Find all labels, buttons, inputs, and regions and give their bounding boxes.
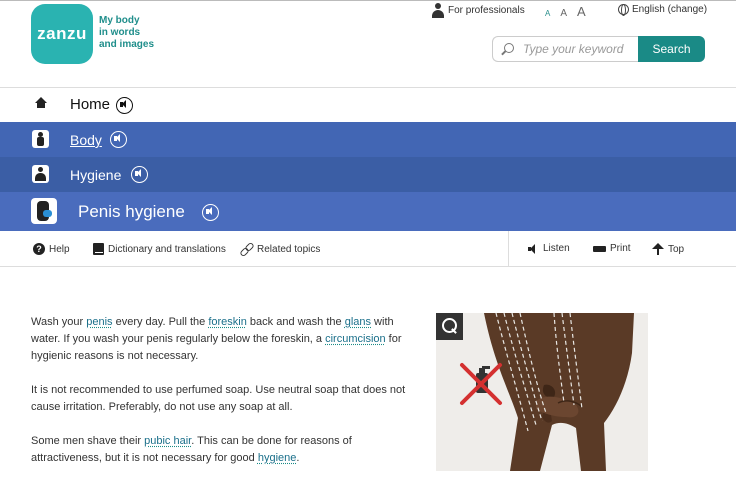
page-toolbar: ? Help Dictionary and translations Relat…: [0, 231, 736, 267]
language-selector[interactable]: English (change): [618, 4, 708, 16]
dictionary-label: Dictionary and translations: [108, 243, 226, 255]
search-input[interactable]: [523, 42, 633, 56]
keyword-link[interactable]: pubic hair: [144, 435, 191, 447]
search-button[interactable]: Search: [638, 36, 705, 62]
nav-hygiene-bar[interactable]: Hygiene: [0, 157, 736, 192]
listen-button[interactable]: Listen: [528, 243, 570, 254]
related-topics-label: Related topics: [257, 243, 321, 255]
top-label: Top: [668, 243, 685, 255]
top-button[interactable]: Top: [652, 243, 684, 255]
paragraph: It is not recommended to use perfumed so…: [31, 384, 406, 413]
text: every day. Pull the: [112, 316, 209, 328]
site-header: zanzu My body in words and images For pr…: [0, 0, 736, 88]
listen-label: Listen: [543, 243, 570, 254]
speaker-icon[interactable]: [116, 97, 133, 114]
nav-body-label[interactable]: Body: [70, 132, 102, 148]
keyword-link[interactable]: foreskin: [208, 316, 247, 328]
nav-home-row[interactable]: Home: [0, 88, 736, 122]
dictionary-button[interactable]: Dictionary and translations: [93, 243, 226, 255]
paragraph: Wash your penis every day. Pull the fore…: [31, 314, 416, 365]
tagline-line: and images: [99, 39, 155, 50]
page-title: Penis hygiene: [78, 202, 185, 221]
language-label: English (change): [632, 4, 708, 15]
link-icon: [240, 243, 253, 255]
tagline-line: in words: [99, 27, 141, 38]
tagline: My body in words and images: [99, 15, 159, 51]
nav-hygiene-label[interactable]: Hygiene: [70, 167, 121, 183]
nav-body-bar[interactable]: Body: [0, 122, 736, 157]
toolbar-divider: [508, 231, 509, 267]
help-icon: ?: [33, 243, 45, 255]
keyword-link[interactable]: penis: [86, 316, 112, 328]
top-border: [0, 0, 736, 1]
speaker-icon: [528, 243, 539, 254]
body-icon: [32, 130, 49, 148]
font-size-small[interactable]: A: [545, 9, 550, 18]
text: back and wash the: [246, 316, 345, 328]
illustration[interactable]: [436, 313, 648, 471]
paragraph: Some men shave their pubic hair. This ca…: [31, 433, 416, 467]
penis-hygiene-icon: [31, 198, 57, 224]
text: .: [296, 452, 300, 464]
speaker-icon[interactable]: [202, 204, 219, 221]
zanzu-logo[interactable]: zanzu: [31, 4, 93, 64]
font-size-large[interactable]: A: [577, 4, 586, 19]
print-button[interactable]: Print: [593, 243, 631, 256]
search-bar: Search: [492, 36, 705, 62]
help-label: Help: [49, 243, 70, 255]
related-topics-button[interactable]: Related topics: [240, 243, 320, 255]
nav-current-bar: Penis hygiene: [0, 192, 736, 231]
text: Some men shave their: [31, 435, 145, 447]
keyword-link[interactable]: circumcision: [325, 333, 386, 345]
home-icon: [34, 97, 48, 111]
printer-icon: [593, 243, 606, 256]
article-text: Wash your penis every day. Pull the fore…: [31, 314, 416, 484]
for-professionals-link[interactable]: For professionals: [432, 3, 525, 18]
for-professionals-label: For professionals: [448, 5, 525, 16]
speaker-icon[interactable]: [110, 131, 127, 148]
search-icon: [501, 42, 514, 56]
person-icon: [432, 3, 444, 18]
font-size-medium[interactable]: A: [560, 8, 567, 19]
keyword-link[interactable]: hygiene: [258, 452, 297, 464]
hygiene-icon: [32, 165, 49, 183]
print-label: Print: [610, 243, 631, 254]
tagline-line: My body: [99, 15, 140, 26]
search-box: [492, 36, 638, 62]
penis-hygiene-illustration: [460, 313, 634, 471]
no-soap-icon: [460, 363, 502, 405]
globe-icon: [618, 4, 629, 16]
keyword-link[interactable]: glans: [345, 316, 371, 328]
book-icon: [93, 243, 104, 255]
help-button[interactable]: ? Help: [33, 243, 70, 255]
text: Wash your: [31, 316, 87, 328]
zoom-in-icon[interactable]: [436, 313, 463, 340]
arrow-up-icon: [652, 243, 664, 255]
speaker-icon[interactable]: [131, 166, 148, 183]
nav-home-label: Home: [70, 96, 111, 113]
font-size-selector: A A A: [545, 4, 586, 19]
